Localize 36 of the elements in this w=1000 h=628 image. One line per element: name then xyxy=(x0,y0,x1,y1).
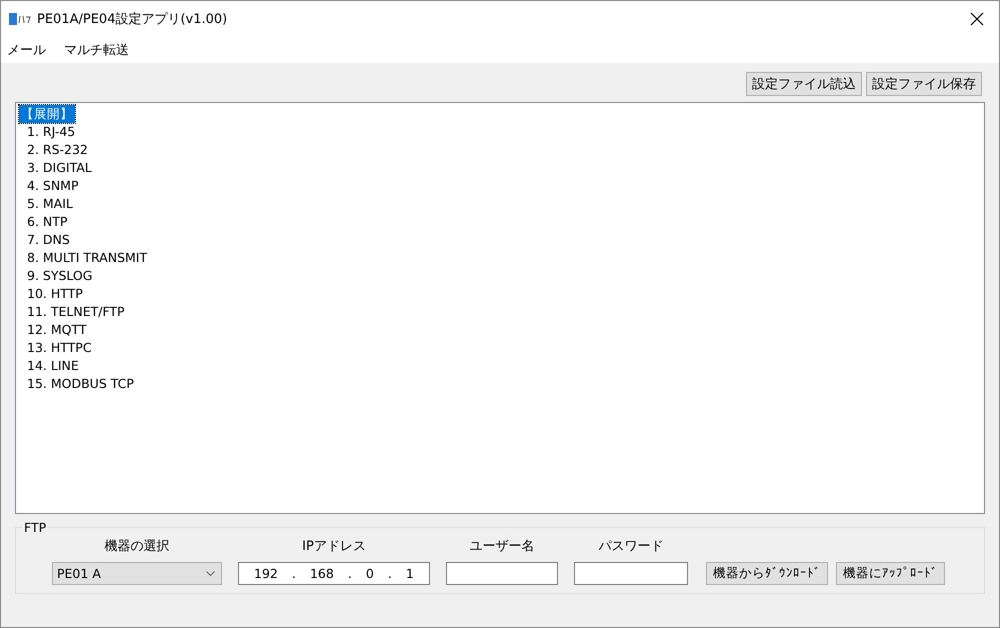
field-label: 機器の選択 xyxy=(104,538,170,555)
chevron-icon xyxy=(206,571,215,576)
tree-item[interactable]: 11. TELNET/FTP xyxy=(25,303,127,321)
tree-item[interactable]: 4. SNMP xyxy=(25,177,81,195)
tree-item[interactable]: 5. MAIL xyxy=(25,195,75,213)
menu-item[interactable]: マルチ転送 xyxy=(62,41,131,59)
tree-item[interactable]: 15. MODBUS TCP xyxy=(25,375,136,393)
tree-item[interactable]: 12. MQTT xyxy=(25,321,89,339)
tree-item[interactable]: 9. SYSLOG xyxy=(25,267,94,285)
field-label: IPアドレス xyxy=(302,538,366,555)
password-field[interactable] xyxy=(574,562,688,585)
tree-item[interactable]: 7. DNS xyxy=(25,231,72,249)
device-dropdown[interactable]: PE01 A xyxy=(52,562,222,585)
tree-item[interactable]: 13. HTTPC xyxy=(25,339,94,357)
app-icon xyxy=(9,13,31,25)
field-label: パスワード xyxy=(598,538,664,555)
tree-item[interactable]: 【展開】 xyxy=(19,105,75,123)
file-button[interactable]: 設定ファイル保存 xyxy=(866,72,982,96)
tree-item[interactable]: 1. RJ-45 xyxy=(25,123,78,141)
tree-item[interactable]: 3. DIGITAL xyxy=(25,159,94,177)
field-label: ユーザー名 xyxy=(470,538,534,555)
tree-item[interactable]: 14. LINE xyxy=(25,357,81,375)
tree-item[interactable]: 8. MULTI TRANSMIT xyxy=(25,249,150,267)
close-icon[interactable] xyxy=(970,12,984,26)
group-title: FTP xyxy=(23,520,48,535)
tree-item[interactable]: 6. NTP xyxy=(25,213,70,231)
window-title: PE01A/PE04設定アプリ(v1.00) xyxy=(37,11,228,28)
ip-field[interactable]: 192 . 168 . 0 . 1 xyxy=(238,562,430,585)
tree-view[interactable]: 【展開】 1. RJ-45 2. RS-232 3. DIGITAL 4. SNMP 5. MAIL 6. NTP 7. DNS 8. MULTI TRANSMIT 9. SYSLOG 10. HTTP 11. TELNET/FTP 12. MQTT 13. HTTPC 14. LINE 15. MODBUS TCP xyxy=(15,102,985,514)
menu-item[interactable]: メール xyxy=(5,41,48,59)
tree-item[interactable]: 10. HTTP xyxy=(25,285,85,303)
file-button[interactable]: 設定ファイル読込 xyxy=(746,72,862,96)
transfer-button[interactable]: 機器からﾀﾞｳﾝﾛｰﾄﾞ xyxy=(706,562,828,585)
transfer-button[interactable]: 機器にｱｯﾌﾟﾛｰﾄﾞ xyxy=(836,562,945,585)
username-field[interactable] xyxy=(446,562,558,585)
tree-item[interactable]: 2. RS-232 xyxy=(25,141,90,159)
